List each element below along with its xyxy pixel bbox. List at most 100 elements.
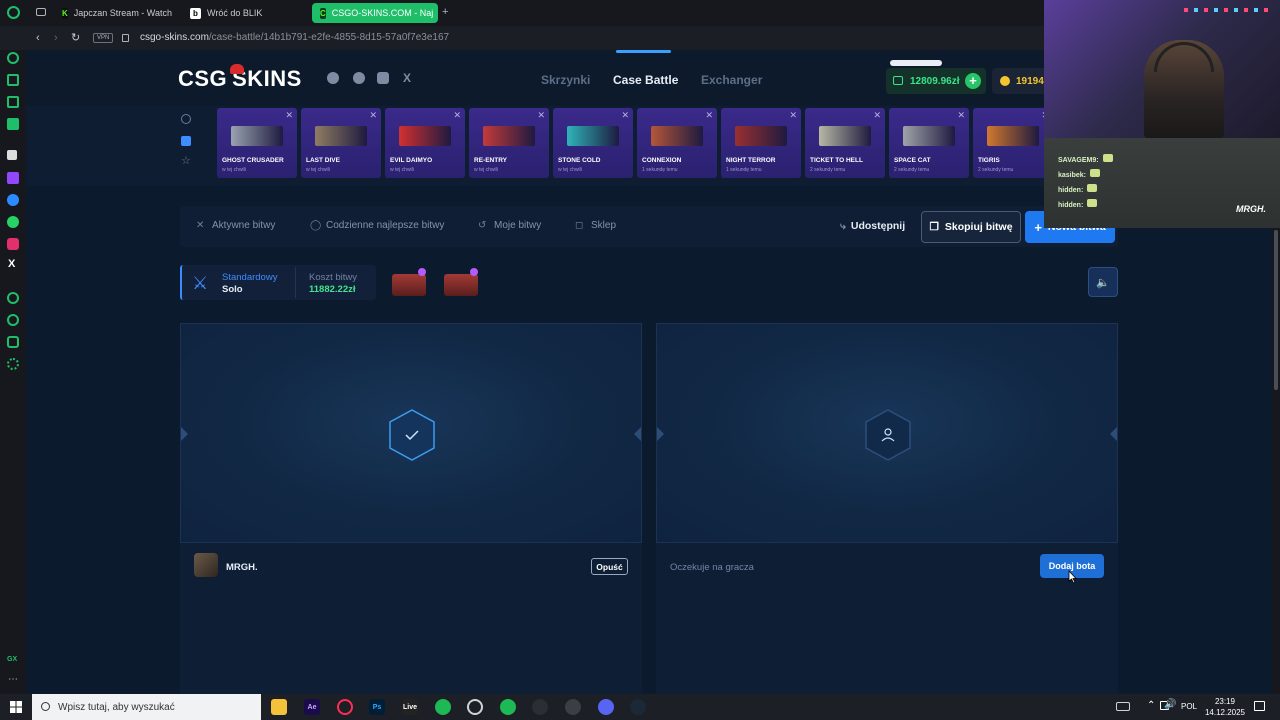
drop-card[interactable]: ✕ SPACE CAT 2 sekundy temu	[889, 108, 969, 178]
reel-arrow-right-icon	[1110, 427, 1117, 441]
tab-csgo-skins[interactable]: C CSGO-SKINS.COM - Naj	[312, 3, 438, 23]
twitch-icon[interactable]	[7, 172, 19, 184]
x-icon[interactable]: X	[403, 71, 411, 85]
close-icon[interactable]: ✕	[537, 110, 545, 121]
forward-icon[interactable]: ›	[54, 32, 58, 44]
url-path: /case-battle/14b1b791-e2fe-4855-8d15-57a…	[208, 32, 450, 43]
drop-card[interactable]: ✕ GHOST CRUSADER w tej chwili	[217, 108, 297, 178]
drop-card[interactable]: ✕ STONE COLD w tej chwili	[553, 108, 633, 178]
aria-icon[interactable]	[7, 150, 17, 160]
app-icon[interactable]	[565, 699, 581, 715]
spotify-icon[interactable]	[435, 699, 451, 715]
windows-start-icon[interactable]	[10, 701, 22, 713]
clock[interactable]: 23:19 14.12.2025	[1201, 696, 1249, 718]
drop-name: EVIL DAIMYO	[390, 157, 433, 164]
whatsapp-icon[interactable]	[7, 216, 19, 228]
emote-icon	[1087, 199, 1098, 207]
coins-value: 19194	[1016, 75, 1044, 87]
share-button[interactable]: ⤷ Udostępnij	[840, 220, 905, 233]
instagram-icon[interactable]	[377, 72, 389, 84]
copy-battle-button[interactable]: ❐ Skopiuj bitwę	[921, 211, 1021, 243]
sound-toggle-button[interactable]: 🔈	[1088, 267, 1118, 297]
scrollbar-thumb[interactable]	[1274, 230, 1278, 390]
messenger-icon[interactable]	[7, 194, 19, 206]
close-icon[interactable]: ✕	[789, 110, 797, 121]
keyboard-icon[interactable]	[1116, 702, 1130, 711]
drop-card[interactable]: ✕ TICKET TO HELL 2 sekundy temu	[805, 108, 885, 178]
close-icon[interactable]: ✕	[705, 110, 713, 121]
nav-case-battle[interactable]: Case Battle	[613, 73, 678, 87]
drop-card[interactable]: ✕ RE-ENTRY w tej chwili	[469, 108, 549, 178]
balance-value: 12809.96zł	[910, 75, 960, 87]
close-icon[interactable]: ✕	[621, 110, 629, 121]
thumbs-up-icon[interactable]	[181, 136, 191, 146]
discord-icon[interactable]	[598, 699, 614, 715]
notifications-icon[interactable]	[1254, 701, 1265, 711]
weapon-skin-image	[231, 126, 283, 146]
speed-dial-icon[interactable]	[7, 52, 19, 64]
after-effects-icon[interactable]: Ae	[304, 699, 320, 715]
player-icon[interactable]	[7, 292, 19, 304]
facebook-icon[interactable]	[353, 72, 365, 84]
deposit-button[interactable]: +	[965, 73, 981, 89]
new-tab-button[interactable]: +	[442, 6, 448, 18]
obs-icon[interactable]	[532, 699, 548, 715]
history-icon[interactable]	[7, 314, 19, 326]
clock-icon[interactable]	[181, 114, 191, 124]
volume-icon[interactable]: 🔊	[1164, 699, 1176, 710]
star-icon[interactable]: ☆	[181, 156, 191, 167]
close-icon[interactable]: ✕	[957, 110, 965, 121]
drop-card[interactable]: ✕ LAST DIVE w tej chwili	[301, 108, 381, 178]
mail-icon[interactable]	[7, 118, 19, 130]
instagram-icon[interactable]	[7, 238, 19, 250]
daily-best-link[interactable]: ◯ Codzienne najlepsze bitwy	[310, 220, 444, 231]
gx-control-icon[interactable]	[7, 74, 19, 86]
spotify-2-icon[interactable]	[500, 699, 516, 715]
back-icon[interactable]: ‹	[36, 32, 40, 44]
tray-chevron-icon[interactable]: ⌃	[1147, 700, 1155, 711]
drop-card[interactable]: ✕TIGRIS2 sekundy temu	[973, 108, 1053, 178]
case-thumbnail[interactable]	[388, 268, 430, 300]
drop-card[interactable]: ✕ NIGHT TERROR 1 sekundę temu	[721, 108, 801, 178]
discord-icon[interactable]	[327, 72, 339, 84]
language-indicator[interactable]: POL	[1181, 702, 1197, 711]
photoshop-icon[interactable]: Ps	[369, 699, 385, 715]
url-field[interactable]: csgo-skins.com/case-battle/14b1b791-e2fe…	[140, 32, 449, 43]
case-thumbnail[interactable]	[440, 268, 482, 300]
mode-type: Standardowy	[222, 272, 278, 283]
x-twitter-icon[interactable]: X	[8, 258, 15, 270]
close-icon[interactable]: ✕	[453, 110, 461, 121]
my-battles-link[interactable]: ↺ Moje bitwy	[478, 220, 541, 231]
vpn-badge[interactable]: VPN	[93, 33, 114, 43]
tab-japczan-stream[interactable]: K Japczan Stream - Watch L	[54, 3, 174, 23]
ccleaner-icon[interactable]	[467, 699, 483, 715]
file-explorer-icon[interactable]	[271, 699, 287, 715]
active-battles-link[interactable]: ✕ Aktywne bitwy	[196, 220, 275, 231]
taskbar-search-input[interactable]: Wpisz tutaj, aby wyszukać	[32, 694, 261, 720]
basket-icon: ◻	[575, 220, 584, 231]
extensions-icon[interactable]	[7, 336, 19, 348]
leave-button[interactable]: Opuść	[591, 558, 628, 575]
shop-link[interactable]: ◻ Sklep	[575, 220, 616, 231]
daily-best-label: Codzienne najlepsze bitwy	[326, 220, 445, 231]
balance-display[interactable]: 12809.96zł +	[886, 68, 986, 94]
case-badge-icon	[470, 268, 478, 276]
close-icon[interactable]: ✕	[873, 110, 881, 121]
reload-icon[interactable]: ↻	[71, 31, 80, 44]
nav-exchanger[interactable]: Exchanger	[701, 73, 762, 87]
steam-icon[interactable]	[630, 699, 646, 715]
live-icon[interactable]: Live	[402, 699, 418, 715]
drop-card[interactable]: ✕ EVIL DAIMYO w tej chwili	[385, 108, 465, 178]
tab-blik[interactable]: b Wróć do BLIK	[182, 3, 302, 23]
settings-gear-icon[interactable]	[7, 358, 19, 370]
more-icon[interactable]: ⋯	[8, 674, 18, 685]
close-icon[interactable]: ✕	[369, 110, 377, 121]
opera-gx-icon[interactable]	[337, 699, 353, 715]
search-placeholder: Wpisz tutaj, aby wyszukać	[58, 701, 175, 713]
close-icon[interactable]: ✕	[285, 110, 293, 121]
nav-skrzynki[interactable]: Skrzynki	[541, 73, 590, 87]
opera-logo-icon[interactable]	[7, 6, 20, 19]
tab-overview-icon[interactable]	[36, 8, 46, 16]
gx-corner-icon[interactable]	[7, 96, 19, 108]
drop-card[interactable]: ✕ CONNEXION 1 sekundę temu	[637, 108, 717, 178]
